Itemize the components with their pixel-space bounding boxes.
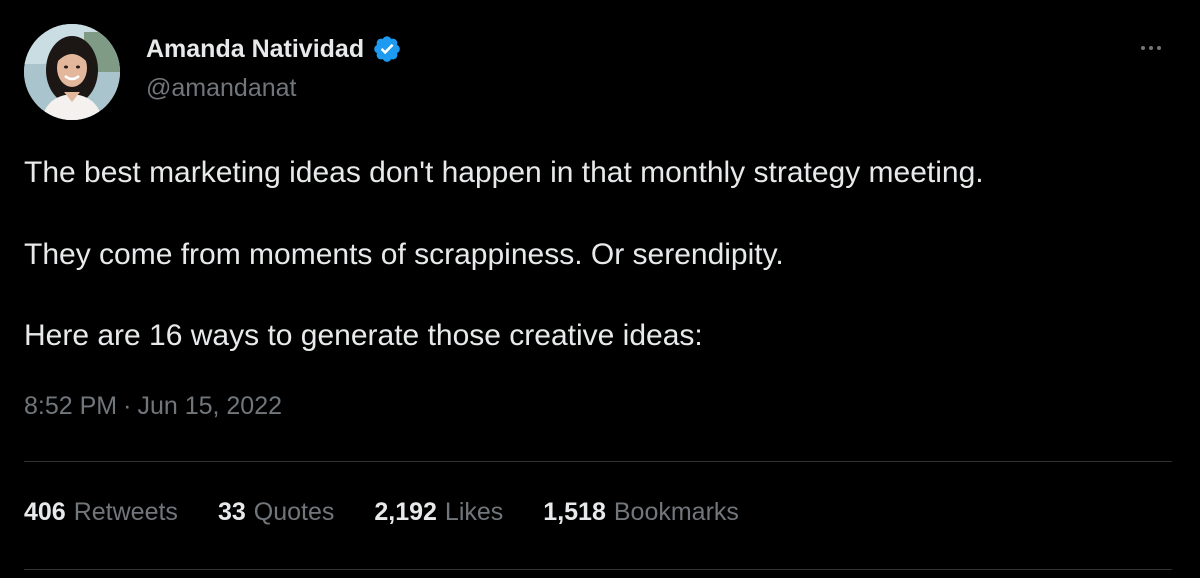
divider xyxy=(24,461,1172,462)
verified-badge-icon[interactable] xyxy=(372,34,402,64)
likes-stat[interactable]: 2,192 Likes xyxy=(374,498,503,527)
retweets-stat[interactable]: 406 Retweets xyxy=(24,498,178,527)
quotes-count: 33 xyxy=(217,498,246,526)
tweet-text-paragraph: They come from moments of scrappiness. O… xyxy=(24,238,784,271)
tweet-text-paragraph: Here are 16 ways to generate those creat… xyxy=(24,319,703,352)
bookmarks-stat[interactable]: 1,518 Bookmarks xyxy=(543,498,739,527)
author-display-name[interactable]: Amanda Natividad xyxy=(146,35,364,64)
avatar-photo-icon xyxy=(24,24,120,120)
author-name-row: Amanda Natividad xyxy=(146,32,402,66)
avatar[interactable] xyxy=(24,24,120,120)
bookmarks-count: 1,518 xyxy=(543,498,606,526)
tweet-time[interactable]: 8:52 PM xyxy=(24,392,117,421)
timestamp-separator: · xyxy=(123,392,132,420)
quotes-stat[interactable]: 33 Quotes xyxy=(218,498,334,527)
tweet-timestamp[interactable]: 8:52 PM · Jun 15, 2022 xyxy=(24,392,282,421)
more-options-icon[interactable] xyxy=(1134,38,1168,58)
tweet-card: Amanda Natividad @amandanat The best mar… xyxy=(0,0,1200,578)
bookmarks-label: Bookmarks xyxy=(613,498,739,526)
author-handle[interactable]: @amandanat xyxy=(146,74,296,103)
likes-count: 2,192 xyxy=(374,498,437,526)
divider xyxy=(24,569,1172,570)
tweet-date[interactable]: Jun 15, 2022 xyxy=(137,392,282,421)
likes-label: Likes xyxy=(444,498,504,526)
quotes-label: Quotes xyxy=(253,498,335,526)
retweets-label: Retweets xyxy=(73,498,178,526)
retweets-count: 406 xyxy=(24,498,66,526)
tweet-text-paragraph: The best marketing ideas don't happen in… xyxy=(24,156,984,189)
tweet-stats: 406 Retweets 33 Quotes 2,192 Likes 1,518… xyxy=(24,498,739,527)
